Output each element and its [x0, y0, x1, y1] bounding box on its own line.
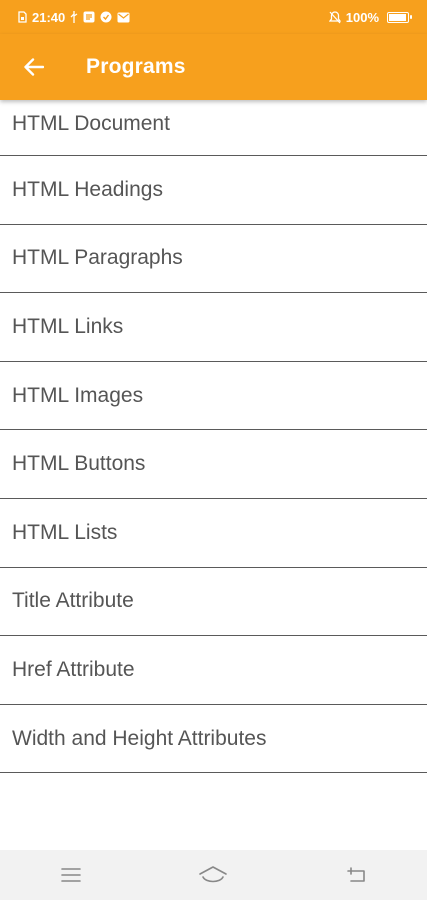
- list-item-label: HTML Links: [12, 314, 124, 338]
- list-item[interactable]: Href Attribute: [0, 636, 427, 705]
- list-item[interactable]: HTML Document: [0, 100, 427, 156]
- list-item[interactable]: HTML Lists: [0, 499, 427, 568]
- list-item-label: Href Attribute: [12, 657, 135, 681]
- battery-percent: 100%: [345, 9, 379, 25]
- list-item[interactable]: HTML Buttons: [0, 430, 427, 499]
- list-item[interactable]: HTML Paragraphs: [0, 225, 427, 294]
- status-bar: 21:40 100%: [0, 0, 427, 34]
- back-nav-button[interactable]: [326, 850, 386, 900]
- system-nav-bar: [0, 850, 427, 900]
- page-title: Programs: [86, 55, 186, 78]
- programs-list: HTML Document HTML Headings HTML Paragra…: [0, 100, 427, 774]
- list-item-label: HTML Headings: [12, 177, 163, 201]
- list-item[interactable]: Width and Height Attributes: [0, 705, 427, 774]
- battery-icon: [387, 11, 412, 23]
- list-item[interactable]: HTML Images: [0, 362, 427, 431]
- list-item-label: HTML Document: [12, 112, 170, 135]
- app-bar: Programs: [0, 34, 427, 100]
- list-item-label: HTML Lists: [12, 520, 118, 544]
- menu-button[interactable]: [41, 850, 101, 900]
- status-time: 21:40: [32, 9, 66, 25]
- home-button[interactable]: [183, 850, 243, 900]
- sim-icon: [18, 11, 27, 23]
- list-item-label: Title Attribute: [12, 589, 134, 613]
- back-button[interactable]: [0, 34, 70, 100]
- back-icon: [347, 867, 365, 882]
- list-item[interactable]: Title Attribute: [0, 568, 427, 637]
- status-right: 100%: [328, 9, 412, 25]
- status-left: 21:40: [18, 10, 130, 25]
- mute-icon: [328, 10, 341, 24]
- usb-icon: [70, 11, 78, 23]
- list-item-label: HTML Paragraphs: [12, 246, 183, 270]
- list-item-label: Width and Height Attributes: [12, 726, 267, 750]
- mail-icon: [117, 12, 130, 23]
- home-icon: [199, 866, 228, 883]
- list-item[interactable]: HTML Links: [0, 293, 427, 362]
- menu-icon: [61, 868, 81, 882]
- list-item[interactable]: HTML Headings: [0, 156, 427, 225]
- list-item-label: HTML Images: [12, 383, 144, 407]
- list-item-label: HTML Buttons: [12, 452, 146, 476]
- notification-icon: [83, 11, 95, 23]
- battery-fill: [389, 13, 406, 21]
- check-icon: [100, 11, 112, 23]
- arrow-left-icon: [24, 58, 44, 76]
